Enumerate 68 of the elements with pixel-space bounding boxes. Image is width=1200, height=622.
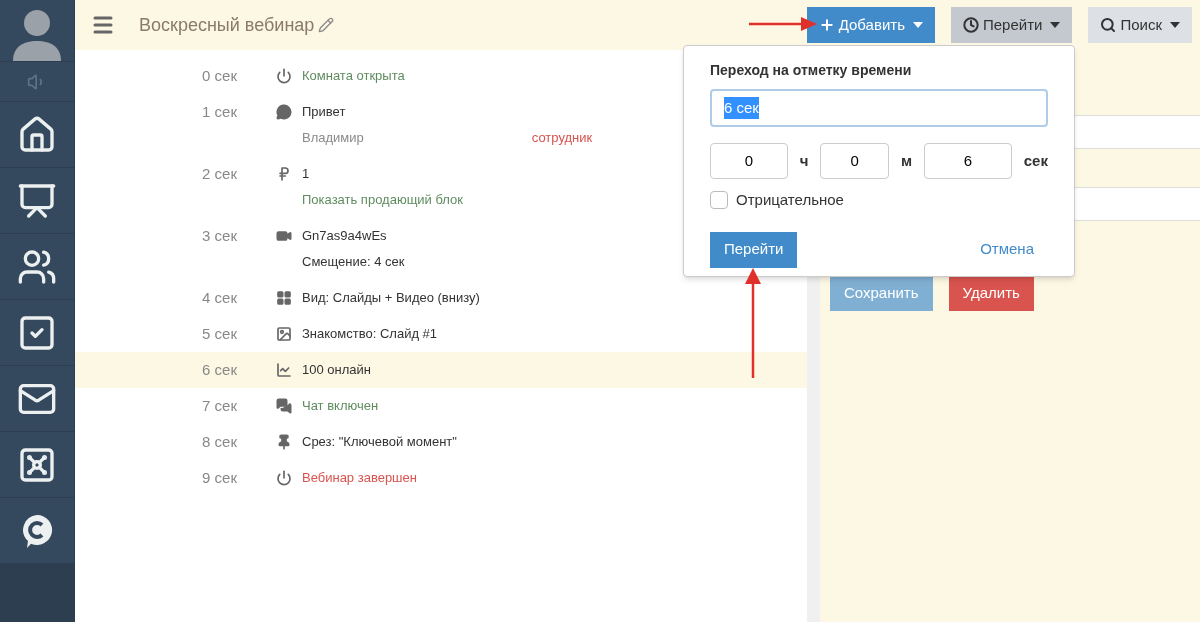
event-text: Привет <box>302 103 346 121</box>
event-text: Владимир <box>302 129 364 147</box>
delete-button[interactable]: Удалить <box>948 275 1034 311</box>
event-row[interactable]: 7 сек Чат включен <box>75 388 807 424</box>
event-time: 4 сек <box>201 288 237 308</box>
event-time: 5 сек <box>201 324 237 344</box>
event-text: Gn7as9a4wEs <box>302 227 387 245</box>
ruble-icon <box>276 166 292 182</box>
event-row[interactable]: 9 сек Вебинар завершен <box>75 460 807 496</box>
time-input-value: 6 сек <box>724 96 759 120</box>
line-chart-icon <box>276 362 292 378</box>
event-text: Знакомство: Слайд #1 <box>302 325 438 343</box>
event-time: 0 сек <box>201 66 237 86</box>
event-text: Вид: Слайды + Видео (внизу) <box>302 289 480 307</box>
speech-bubble-icon <box>276 104 292 120</box>
avatar-icon[interactable] <box>11 7 63 61</box>
grid-icon <box>276 290 292 306</box>
event-text: Срез: "Ключевой момент" <box>302 433 457 451</box>
arrow <box>749 17 817 31</box>
event-text: Показать продающий блок <box>302 191 463 209</box>
event-time: 7 сек <box>201 396 237 416</box>
hours-unit: ч <box>799 150 809 171</box>
event-time: 9 сек <box>201 468 237 488</box>
negative-checkbox[interactable] <box>710 191 728 210</box>
popover-title: Переход на отметку времени <box>710 61 913 80</box>
minutes-input[interactable]: 0 <box>820 143 890 179</box>
toolbar-button[interactable]: Добавить <box>806 7 935 43</box>
chat-bubbles-icon <box>276 398 292 414</box>
pencil-icon[interactable] <box>318 17 335 33</box>
plus-icon <box>818 17 835 33</box>
webinar-title: Воскресный вебинар <box>139 13 315 37</box>
minutes-unit: м <box>901 150 913 171</box>
go-button[interactable]: Перейти <box>710 231 798 268</box>
clock-icon <box>963 17 979 33</box>
power-icon <box>276 68 292 84</box>
event-text: Комната открыта <box>302 67 405 85</box>
event-text: Вебинар завершен <box>302 469 417 487</box>
image-icon <box>276 326 292 342</box>
video-camera-icon <box>276 228 292 244</box>
event-time: 1 сек <box>201 102 237 122</box>
event-time: 6 сек <box>201 360 237 380</box>
toolbar-button[interactable]: Перейти <box>951 7 1073 43</box>
caret-icon <box>1170 22 1180 28</box>
search-icon <box>1100 17 1117 33</box>
caret-icon <box>1050 22 1061 28</box>
event-row[interactable]: 4 сек Вид: Слайды + Видео (внизу) <box>75 280 807 316</box>
seconds-unit: сек <box>1023 150 1048 171</box>
caret-icon <box>913 22 923 28</box>
home-icon[interactable] <box>17 114 57 155</box>
power-icon <box>276 470 292 486</box>
event-text: сотрудник <box>531 129 593 147</box>
event-row[interactable]: 6 сек 100 онлайн <box>75 352 807 388</box>
event-row[interactable]: 8 сек Срез: "Ключевой момент" <box>75 424 807 460</box>
event-time: 2 сек <box>201 164 237 184</box>
event-text: Чат включен <box>302 397 379 415</box>
pin-icon <box>276 434 292 450</box>
hours-input[interactable]: 0 <box>710 143 788 179</box>
event-text: 100 онлайн <box>302 361 371 379</box>
event-time: 8 сек <box>201 432 237 452</box>
toolbar-button[interactable]: Поиск <box>1088 7 1192 43</box>
seconds-input[interactable]: 6 <box>924 143 1012 179</box>
negative-label: Отрицательное <box>736 190 844 210</box>
event-time: 3 сек <box>201 226 237 246</box>
event-text: 1 <box>302 165 310 183</box>
event-text: Смещение: 4 сек <box>302 253 405 271</box>
cancel-link[interactable]: Отмена <box>980 238 1034 261</box>
event-row[interactable]: 5 сек Знакомство: Слайд #1 <box>75 316 807 352</box>
chat-logo-icon[interactable] <box>20 512 54 549</box>
